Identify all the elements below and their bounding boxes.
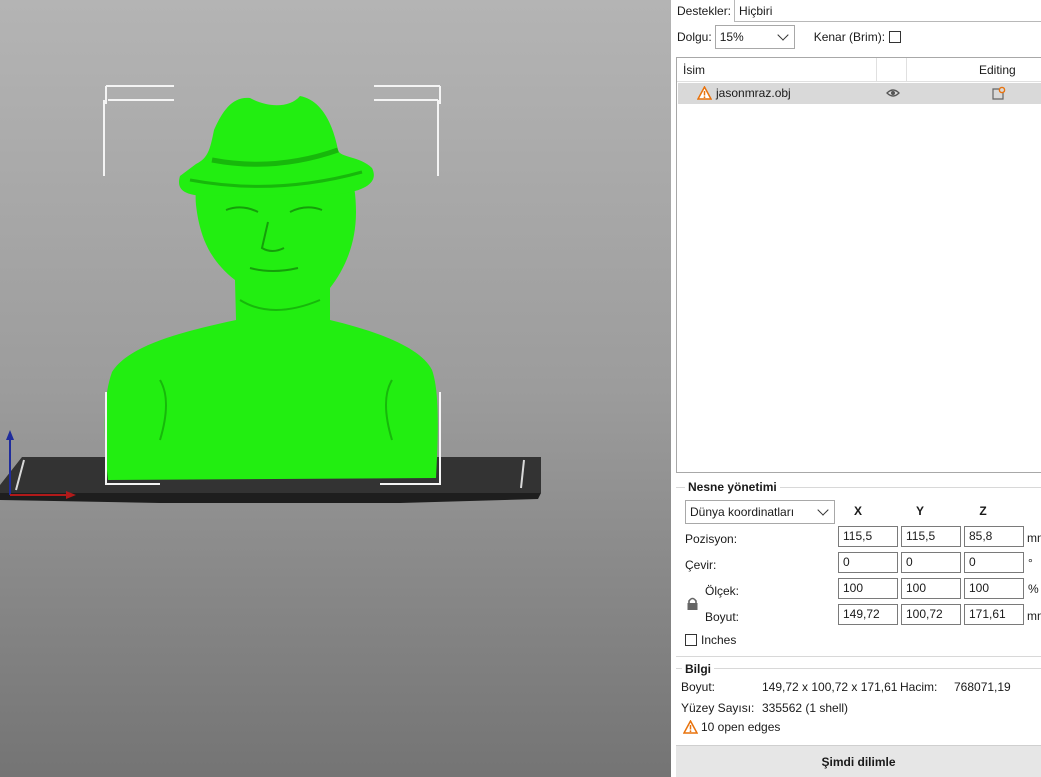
open-edges-text: 10 open edges — [701, 720, 781, 734]
inches-checkbox[interactable] — [685, 634, 697, 646]
position-x-field[interactable]: 115,5 — [838, 526, 898, 547]
supports-value: Hiçbiri — [739, 3, 773, 18]
3d-viewport[interactable] — [0, 0, 671, 777]
inches-label: Inches — [701, 633, 737, 647]
axis-y-label: Y — [915, 504, 924, 518]
list-item[interactable]: jasonmraz.obj — [678, 83, 1041, 104]
info-size-label: Boyut: — [681, 680, 716, 694]
info-volume-value: 768071,19 — [954, 680, 1011, 694]
supports-label: Destekler: — [677, 4, 732, 18]
scale-y-field[interactable]: 100 — [901, 578, 961, 599]
chevron-down-icon — [817, 504, 829, 516]
right-sidebar: Destekler: Hiçbiri Dolgu: 15% Kenar (Bri… — [671, 0, 1041, 777]
warning-icon — [683, 720, 698, 734]
lock-icon[interactable] — [686, 597, 699, 611]
rotate-label: Çevir: — [685, 558, 717, 572]
supports-row: Destekler: Hiçbiri — [677, 0, 1041, 22]
column-name-header[interactable]: İsim — [683, 63, 705, 77]
infill-label: Dolgu: — [677, 30, 712, 44]
info-facets-value: 335562 (1 shell) — [762, 701, 849, 715]
scale-z-field[interactable]: 100 — [964, 578, 1024, 599]
group-border — [676, 668, 1041, 669]
chevron-down-icon — [777, 29, 789, 41]
object-list-header: İsim Editing — [677, 58, 1041, 82]
scale-label: Ölçek: — [705, 584, 740, 598]
rotate-z-field[interactable]: 0 — [964, 552, 1024, 573]
rotate-unit: ° — [1028, 556, 1033, 570]
column-separator — [876, 58, 877, 82]
edit-icon[interactable] — [991, 86, 1006, 101]
group-border — [676, 656, 1041, 657]
slice-now-button[interactable]: Şimdi dilimle — [676, 745, 1041, 777]
position-label: Pozisyon: — [685, 532, 738, 546]
infill-select[interactable]: 15% — [714, 25, 795, 49]
coordinate-system-value: Dünya koordinatları — [690, 505, 795, 519]
coordinate-system-select[interactable]: Dünya koordinatları — [685, 500, 835, 524]
object-manipulation-title: Nesne yönetimi — [685, 480, 780, 494]
info-size-value: 149,72 x 100,72 x 171,61 — [762, 680, 898, 694]
inches-row: Inches — [685, 633, 736, 647]
model-bust[interactable] — [104, 96, 438, 480]
infill-row: Dolgu: 15% Kenar (Brim): — [677, 25, 902, 49]
axis-z-label: Z — [979, 504, 987, 518]
info-volume-label: Hacim: — [900, 680, 938, 694]
open-edges-row: 10 open edges — [683, 720, 780, 734]
size-unit: mm — [1027, 609, 1041, 623]
rotate-x-field[interactable]: 0 — [838, 552, 898, 573]
axis-x-label: X — [853, 504, 862, 518]
object-list[interactable]: İsim Editing jasonmraz.obj — [676, 57, 1041, 473]
scale-unit: % — [1028, 582, 1039, 596]
size-label: Boyut: — [705, 610, 740, 624]
info-facets-label: Yüzey Sayısı: — [681, 701, 755, 715]
size-y-field[interactable]: 100,72 — [901, 604, 961, 625]
supports-select[interactable]: Hiçbiri — [734, 0, 1041, 22]
slice-now-label: Şimdi dilimle — [821, 754, 896, 769]
column-separator — [906, 58, 907, 82]
column-editing-header[interactable]: Editing — [979, 63, 1016, 77]
info-title: Bilgi — [682, 662, 714, 676]
scene-canvas — [0, 85, 541, 503]
infill-value: 15% — [719, 30, 744, 44]
eye-icon[interactable] — [886, 87, 900, 99]
scale-x-field[interactable]: 100 — [838, 578, 898, 599]
rotate-y-field[interactable]: 0 — [901, 552, 961, 573]
size-z-field[interactable]: 171,61 — [964, 604, 1024, 625]
size-x-field[interactable]: 149,72 — [838, 604, 898, 625]
object-name: jasonmraz.obj — [716, 86, 791, 100]
position-z-field[interactable]: 85,8 — [964, 526, 1024, 547]
warning-icon[interactable] — [697, 86, 712, 100]
brim-checkbox[interactable] — [889, 31, 902, 43]
position-y-field[interactable]: 115,5 — [901, 526, 961, 547]
position-unit: mm — [1027, 531, 1041, 545]
brim-label: Kenar (Brim): — [813, 30, 886, 44]
